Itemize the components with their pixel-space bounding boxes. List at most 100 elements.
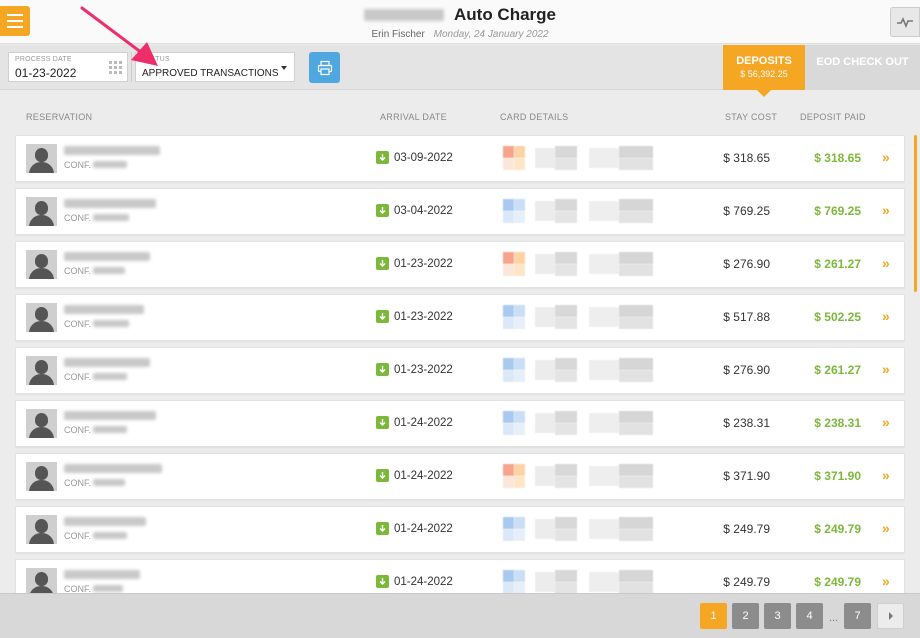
- status-select[interactable]: STATUS APPROVED TRANSACTIONS: [135, 52, 295, 82]
- guest-name-redacted: [64, 517, 146, 526]
- conf-label: CONF.: [64, 319, 91, 329]
- table-row[interactable]: CONF. 01-24-2022 $ 371.90 $ 371.90 »: [15, 453, 905, 500]
- page-button-4[interactable]: 4: [796, 603, 823, 629]
- table-row[interactable]: CONF. 01-23-2022 $ 276.90 $ 261.27 »: [15, 347, 905, 394]
- process-date-value: 01-23-2022: [15, 66, 77, 80]
- tab-deposits[interactable]: DEPOSITS $ 56,392.25: [723, 45, 805, 97]
- table-row[interactable]: CONF. 01-23-2022 $ 517.88 $ 502.25 »: [15, 294, 905, 341]
- deposit-paid: $ 371.90: [814, 469, 861, 483]
- double-chevron-right-icon[interactable]: »: [882, 361, 890, 377]
- arrival-date: 01-23-2022: [376, 310, 453, 323]
- stay-cost: $ 276.90: [723, 257, 770, 271]
- current-date: Monday, 24 January 2022: [433, 29, 549, 40]
- stay-cost: $ 276.90: [723, 363, 770, 377]
- double-chevron-right-icon[interactable]: »: [882, 202, 890, 218]
- arrow-down-icon: [376, 310, 389, 323]
- card-details-redacted: [501, 199, 659, 225]
- arrival-date-value: 03-09-2022: [394, 151, 453, 164]
- card-details-redacted: [501, 570, 659, 593]
- title-block: Auto Charge Erin Fischer Monday, 24 Janu…: [0, 5, 920, 40]
- caret-right-icon: [888, 612, 893, 620]
- arrival-date: 01-24-2022: [376, 469, 453, 482]
- double-chevron-right-icon[interactable]: »: [882, 414, 890, 430]
- avatar: [26, 144, 57, 173]
- arrival-date-value: 01-24-2022: [394, 469, 453, 482]
- page-button-last[interactable]: 7: [844, 603, 871, 629]
- scrollbar[interactable]: [914, 135, 917, 292]
- arrival-date: 01-23-2022: [376, 257, 453, 270]
- deposits-amount: $ 56,392.25: [740, 69, 788, 79]
- guest-name-redacted: [64, 464, 162, 473]
- divider: [131, 52, 132, 82]
- table-header: RESERVATION ARRIVAL DATE CARD DETAILS ST…: [0, 91, 920, 135]
- conf-label: CONF.: [64, 160, 91, 170]
- conf-label: CONF.: [64, 425, 91, 435]
- double-chevron-right-icon[interactable]: »: [882, 520, 890, 536]
- col-deposit-paid[interactable]: DEPOSIT PAID: [800, 112, 866, 122]
- arrival-date: 03-09-2022: [376, 151, 453, 164]
- double-chevron-right-icon[interactable]: »: [882, 573, 890, 589]
- avatar: [26, 303, 57, 332]
- table-row[interactable]: CONF. 01-24-2022 $ 249.79 $ 249.79 »: [15, 506, 905, 553]
- arrival-date: 03-04-2022: [376, 204, 453, 217]
- page-button-3[interactable]: 3: [764, 603, 791, 629]
- activity-icon: [897, 17, 913, 28]
- page-button-1[interactable]: 1: [700, 603, 727, 629]
- double-chevron-right-icon[interactable]: »: [882, 308, 890, 324]
- printer-icon: [317, 60, 332, 75]
- avatar: [26, 250, 57, 279]
- card-details-redacted: [501, 464, 659, 490]
- conf-number-redacted: [93, 214, 129, 221]
- double-chevron-right-icon[interactable]: »: [882, 255, 890, 271]
- arrival-date: 01-24-2022: [376, 416, 453, 429]
- page-button-2[interactable]: 2: [732, 603, 759, 629]
- next-page-button[interactable]: [877, 603, 904, 629]
- print-button[interactable]: [309, 52, 340, 83]
- table-row[interactable]: CONF. 01-24-2022 $ 238.31 $ 238.31 »: [15, 400, 905, 447]
- arrival-date: 01-23-2022: [376, 363, 453, 376]
- arrival-date-value: 01-24-2022: [394, 522, 453, 535]
- arrow-down-icon: [376, 204, 389, 217]
- hotel-name-redacted: [364, 9, 444, 21]
- calendar-grid-icon[interactable]: [109, 61, 122, 74]
- arrow-down-icon: [376, 469, 389, 482]
- double-chevron-right-icon[interactable]: »: [882, 149, 890, 165]
- stay-cost: $ 318.65: [723, 151, 770, 165]
- col-reservation[interactable]: RESERVATION: [26, 112, 92, 122]
- arrival-date-value: 01-24-2022: [394, 575, 453, 588]
- stay-cost: $ 517.88: [723, 310, 770, 324]
- avatar: [26, 568, 57, 593]
- tab-eod-check-out[interactable]: EOD CHECK OUT: [805, 45, 920, 90]
- conf-number-redacted: [93, 532, 127, 539]
- deposit-paid: $ 249.79: [814, 575, 861, 589]
- guest-name-redacted: [64, 358, 150, 367]
- arrival-date-value: 01-23-2022: [394, 257, 453, 270]
- table-row[interactable]: CONF. 03-04-2022 $ 769.25 $ 769.25 »: [15, 188, 905, 235]
- card-details-redacted: [501, 358, 659, 384]
- caret-down-icon: [281, 66, 287, 70]
- activity-button[interactable]: [890, 7, 920, 37]
- stay-cost: $ 238.31: [723, 416, 770, 430]
- table-row[interactable]: CONF. 03-09-2022 $ 318.65 $ 318.65 »: [15, 135, 905, 182]
- double-chevron-right-icon[interactable]: »: [882, 467, 890, 483]
- arrival-date: 01-24-2022: [376, 575, 453, 588]
- table-row[interactable]: CONF. 01-23-2022 $ 276.90 $ 261.27 »: [15, 241, 905, 288]
- col-arrival-date[interactable]: ARRIVAL DATE: [380, 112, 447, 122]
- arrival-date-value: 01-24-2022: [394, 416, 453, 429]
- deposit-paid: $ 502.25: [814, 310, 861, 324]
- deposit-paid: $ 238.31: [814, 416, 861, 430]
- card-details-redacted: [501, 252, 659, 278]
- arrow-down-icon: [376, 416, 389, 429]
- table-row[interactable]: CONF. 01-24-2022 $ 249.79 $ 249.79 »: [15, 559, 905, 593]
- pagination-bar: ... 12347: [0, 593, 920, 638]
- avatar: [26, 515, 57, 544]
- process-date-field[interactable]: PROCESS DATE 01-23-2022: [8, 52, 128, 82]
- stay-cost: $ 249.79: [723, 575, 770, 589]
- col-stay-cost[interactable]: STAY COST: [725, 112, 777, 122]
- conf-number-redacted: [93, 320, 129, 327]
- status-label: STATUS: [142, 56, 170, 63]
- stay-cost: $ 371.90: [723, 469, 770, 483]
- conf-label: CONF.: [64, 584, 91, 593]
- guest-name-redacted: [64, 146, 160, 155]
- deposit-paid: $ 769.25: [814, 204, 861, 218]
